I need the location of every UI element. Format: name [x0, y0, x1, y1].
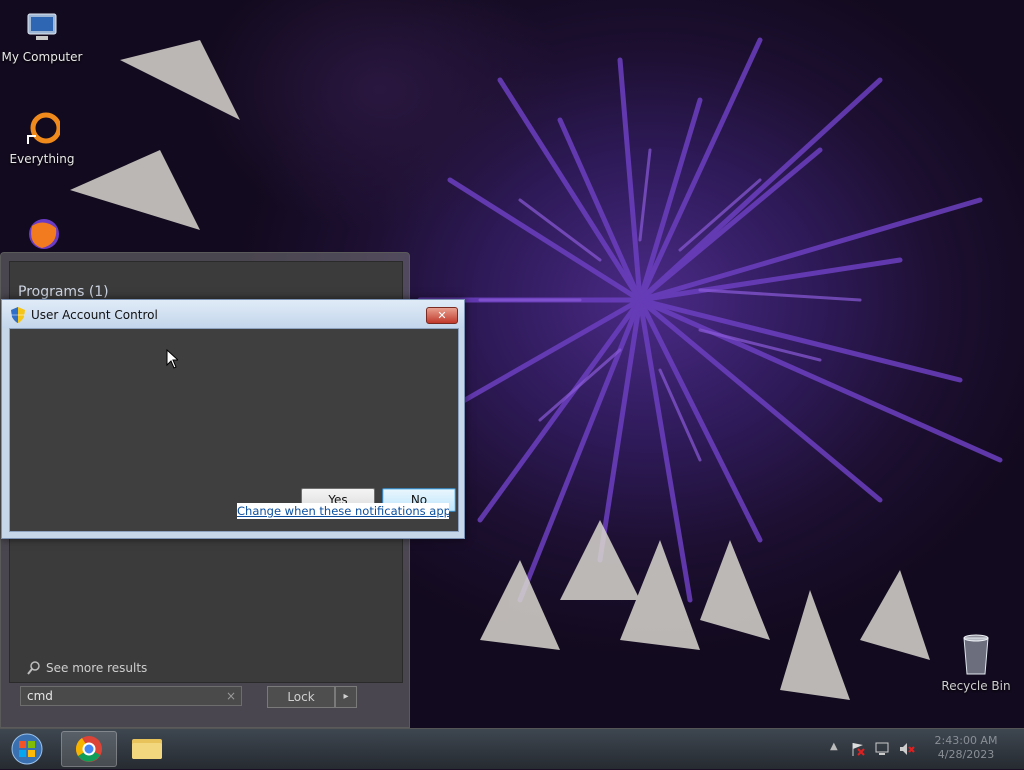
taskbar: ▲	[0, 728, 1024, 769]
uac-shield-icon	[11, 307, 25, 323]
close-button[interactable]: ✕	[426, 307, 458, 324]
desktop-icon-everything[interactable]: Everything	[0, 112, 84, 166]
programs-header: Programs (1)	[18, 284, 109, 300]
everything-search-icon	[24, 112, 62, 148]
firefox-icon	[24, 214, 60, 250]
computer-icon	[24, 10, 60, 46]
magnifier-icon	[27, 661, 40, 675]
desktop-icon-firefox[interactable]	[0, 214, 84, 254]
recycle-bin-icon	[963, 634, 989, 675]
recycle-bin-label: Recycle Bin	[941, 679, 1011, 693]
desktop-icon-label: Everything	[9, 152, 75, 166]
clock-date: 4/28/2023	[937, 748, 995, 761]
clear-search-icon[interactable]: ×	[226, 689, 236, 703]
windows-orb-icon	[11, 733, 43, 765]
folder-icon	[132, 739, 162, 759]
change-notifications-link[interactable]: Change when these notifications appear	[237, 503, 449, 519]
uac-title-bar[interactable]: User Account Control ✕	[2, 300, 464, 328]
desktop-icon-my-computer[interactable]: My Computer	[0, 10, 84, 64]
show-hidden-icons-arrow[interactable]: ▲	[830, 741, 838, 752]
start-button[interactable]	[2, 731, 52, 767]
desktop-icon-recycle-bin[interactable]: Recycle Bin	[938, 632, 1014, 693]
network-icon[interactable]	[874, 741, 892, 757]
see-more-results-label: See more results	[46, 661, 148, 675]
lock-button[interactable]: Lock	[267, 686, 335, 708]
taskbar-chrome-button[interactable]	[61, 731, 117, 767]
clock-time: 2:43:00 AM	[934, 734, 998, 747]
chrome-icon	[75, 736, 102, 762]
start-search-input[interactable]	[20, 686, 242, 706]
system-clock[interactable]: 2:43:00 AM 4/28/2023	[928, 734, 1004, 762]
shutdown-options-arrow[interactable]: ▸	[335, 686, 357, 708]
mouse-cursor-icon	[166, 349, 178, 369]
taskbar-explorer-button[interactable]	[120, 731, 176, 767]
see-more-results-link[interactable]: See more results	[26, 660, 147, 676]
volume-muted-icon[interactable]	[898, 741, 916, 757]
desktop-icon-label: My Computer	[1, 50, 83, 64]
action-center-flag-icon[interactable]	[850, 741, 866, 757]
uac-body: Yes No	[9, 328, 459, 532]
uac-title: User Account Control	[31, 308, 158, 322]
